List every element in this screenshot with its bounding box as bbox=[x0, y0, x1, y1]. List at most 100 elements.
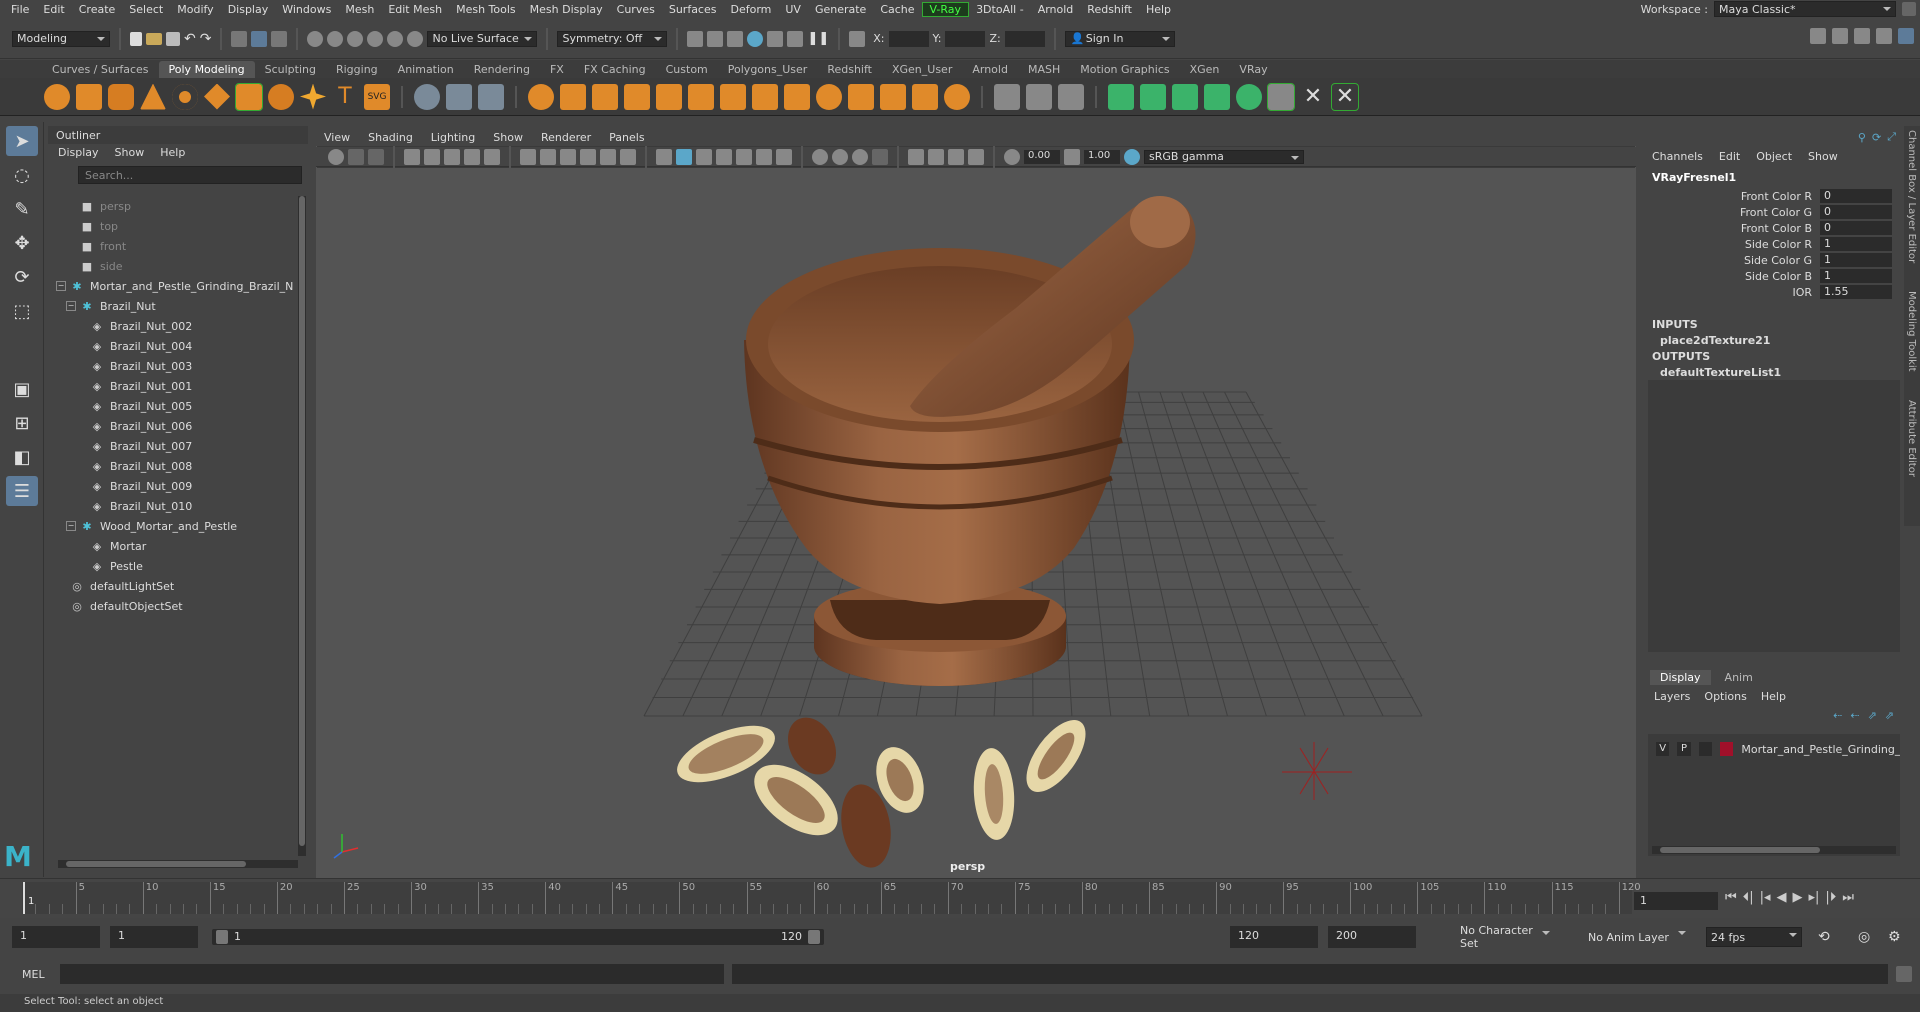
merge-icon[interactable] bbox=[912, 83, 938, 110]
smooth-icon[interactable] bbox=[624, 83, 650, 110]
poly-sphere-icon[interactable] bbox=[44, 83, 70, 110]
outliner-item-front[interactable]: ■ front bbox=[56, 236, 296, 256]
channel-value-input[interactable]: 0 bbox=[1820, 205, 1892, 219]
extract-icon[interactable] bbox=[592, 83, 618, 110]
poly-disc-icon[interactable] bbox=[235, 82, 263, 111]
vray-render-icon[interactable] bbox=[747, 30, 764, 47]
range-end-handle[interactable] bbox=[808, 930, 820, 944]
sew-uv-icon[interactable]: ✕ bbox=[1331, 82, 1359, 111]
menu-deform[interactable]: Deform bbox=[723, 3, 778, 16]
render-current-frame-icon[interactable] bbox=[707, 30, 724, 47]
step-forward-key-icon[interactable]: |⏵ bbox=[1825, 890, 1836, 905]
channel-label[interactable]: Side Color B bbox=[1644, 270, 1820, 283]
menu-set-dropdown[interactable]: Modeling bbox=[12, 30, 110, 47]
layer-row[interactable]: V P Mortar_and_Pestle_Grinding_B bbox=[1648, 740, 1900, 758]
new-layer-icon[interactable]: ⇗ bbox=[1868, 709, 1877, 722]
multi-cut-icon[interactable] bbox=[994, 83, 1020, 110]
output-node[interactable]: defaultTextureList1 bbox=[1644, 365, 1904, 380]
channel-label[interactable]: Front Color R bbox=[1644, 190, 1820, 203]
side-tab-modeling-toolkit[interactable]: Modeling Toolkit bbox=[1906, 287, 1917, 376]
smooth-shade-icon[interactable] bbox=[676, 148, 692, 165]
x-input[interactable] bbox=[888, 30, 929, 47]
channel-value-input[interactable]: 0 bbox=[1820, 189, 1892, 203]
cut-uv-icon[interactable]: ✕ bbox=[1300, 84, 1326, 110]
go-to-end-icon[interactable]: ⏭ bbox=[1842, 890, 1854, 905]
menu-v-ray[interactable]: V-Ray bbox=[921, 1, 970, 17]
channel-label[interactable]: Side Color R bbox=[1644, 238, 1820, 251]
outliner-item-brazil-nut[interactable]: − ✱ Brazil_Nut bbox=[56, 296, 296, 316]
current-time-marker[interactable] bbox=[23, 882, 25, 914]
outliner-menu-display[interactable]: Display bbox=[58, 146, 99, 160]
auto-key-icon[interactable]: ◎ bbox=[1858, 929, 1870, 945]
layer-tab-display[interactable]: Display bbox=[1650, 670, 1711, 685]
new-scene-icon[interactable] bbox=[130, 31, 142, 46]
menu-arnold[interactable]: Arnold bbox=[1031, 3, 1081, 16]
channel-value-input[interactable]: 1 bbox=[1820, 253, 1892, 267]
viewport-menu-panels[interactable]: Panels bbox=[609, 131, 644, 144]
open-scene-icon[interactable] bbox=[146, 32, 162, 45]
field-chart-icon[interactable] bbox=[600, 148, 616, 165]
shelf-tab-polygons-user[interactable]: Polygons_User bbox=[718, 61, 818, 78]
tool-settings-icon[interactable] bbox=[1854, 28, 1870, 44]
channel-menu-object[interactable]: Object bbox=[1756, 150, 1792, 163]
mirror-icon[interactable] bbox=[720, 83, 746, 110]
outliner-item-brazil-nut-001[interactable]: ◈ Brazil_Nut_001 bbox=[56, 376, 296, 396]
outliner-item-pestle[interactable]: ◈ Pestle bbox=[56, 556, 296, 576]
resolution-gate-icon[interactable] bbox=[560, 148, 576, 165]
shelf-tab-xgen-user[interactable]: XGen_User bbox=[882, 61, 962, 78]
frame-selected-icon[interactable] bbox=[484, 148, 500, 165]
menu-file[interactable]: File bbox=[4, 3, 36, 16]
shelf-tab-xgen[interactable]: XGen bbox=[1180, 61, 1230, 78]
channel-label[interactable]: Side Color G bbox=[1644, 254, 1820, 267]
platonic-solid-icon[interactable] bbox=[268, 83, 294, 110]
spherical-map-icon[interactable] bbox=[1204, 83, 1230, 110]
uv-editor-icon[interactable] bbox=[1108, 83, 1134, 110]
outliner-item-brazil-nut-005[interactable]: ◈ Brazil_Nut_005 bbox=[56, 396, 296, 416]
layer-name[interactable]: Mortar_and_Pestle_Grinding_B bbox=[1741, 743, 1900, 756]
outliner-item-brazil-nut-010[interactable]: ◈ Brazil_Nut_010 bbox=[56, 496, 296, 516]
lasso-tool-icon[interactable]: ◌ bbox=[6, 160, 38, 190]
sphere-uv-icon[interactable] bbox=[478, 83, 504, 110]
cylindrical-map-icon[interactable] bbox=[1172, 83, 1198, 110]
move-layer-up-icon[interactable]: ⇠ bbox=[1833, 709, 1842, 722]
menu-surfaces[interactable]: Surfaces bbox=[662, 3, 724, 16]
layer-menu-options[interactable]: Options bbox=[1704, 690, 1746, 703]
viewport-menu-renderer[interactable]: Renderer bbox=[541, 131, 591, 144]
snap-curve-icon[interactable] bbox=[327, 30, 344, 47]
wireframe-icon[interactable] bbox=[656, 148, 672, 165]
menu-windows[interactable]: Windows bbox=[275, 3, 338, 16]
rotate-tool-icon[interactable]: ⟳ bbox=[6, 262, 38, 292]
current-frame-input[interactable]: 1 bbox=[1634, 892, 1718, 910]
menu-redshift[interactable]: Redshift bbox=[1080, 3, 1139, 16]
select-by-component-icon[interactable] bbox=[271, 30, 288, 47]
channel-box-pin-icon[interactable]: ⚲ bbox=[1858, 131, 1866, 144]
z-input[interactable] bbox=[1004, 30, 1045, 47]
character-set-dropdown[interactable]: No Character Set bbox=[1436, 924, 1554, 950]
separate-icon[interactable] bbox=[560, 83, 586, 110]
gamma-input[interactable]: 1.00 bbox=[1084, 149, 1120, 164]
time-slider[interactable]: 1 5 10 15 20 25 30 35 40 45 50 55 60 65 70 75 80 85 90 95 1… bbox=[22, 882, 1641, 914]
channel-label[interactable]: Front Color G bbox=[1644, 206, 1820, 219]
outliner-item-brazil-nut-009[interactable]: ◈ Brazil_Nut_009 bbox=[56, 476, 296, 496]
boolean-difference-icon[interactable] bbox=[688, 83, 714, 110]
select-by-object-icon[interactable] bbox=[251, 30, 268, 47]
channel-label[interactable]: Front Color B bbox=[1644, 222, 1820, 235]
bridge-icon[interactable] bbox=[784, 83, 810, 110]
outliner-hscrollbar[interactable] bbox=[58, 860, 298, 868]
channel-value-input[interactable]: 1.55 bbox=[1820, 285, 1892, 299]
viewport-3d-scene[interactable] bbox=[316, 168, 1636, 878]
step-forward-frame-icon[interactable]: ▸| bbox=[1809, 890, 1820, 905]
shadows-icon[interactable] bbox=[776, 148, 792, 165]
viewport-menu-shading[interactable]: Shading bbox=[368, 131, 413, 144]
grease-pencil-icon[interactable] bbox=[444, 148, 460, 165]
outliner-item-brazil-nut-006[interactable]: ◈ Brazil_Nut_006 bbox=[56, 416, 296, 436]
input-node[interactable]: place2dTexture21 bbox=[1644, 333, 1904, 348]
playback-start-input[interactable]: 1 bbox=[110, 926, 198, 948]
layer-menu-layers[interactable]: Layers bbox=[1654, 690, 1690, 703]
menu-mesh[interactable]: Mesh bbox=[338, 3, 381, 16]
layer-hscrollbar[interactable] bbox=[1652, 846, 1896, 854]
channel-value-input[interactable]: 0 bbox=[1820, 221, 1892, 235]
shelf-tab-redshift[interactable]: Redshift bbox=[817, 61, 882, 78]
channel-label[interactable]: IOR bbox=[1644, 286, 1820, 299]
outliner-layout-icon[interactable]: ☰ bbox=[6, 476, 38, 506]
